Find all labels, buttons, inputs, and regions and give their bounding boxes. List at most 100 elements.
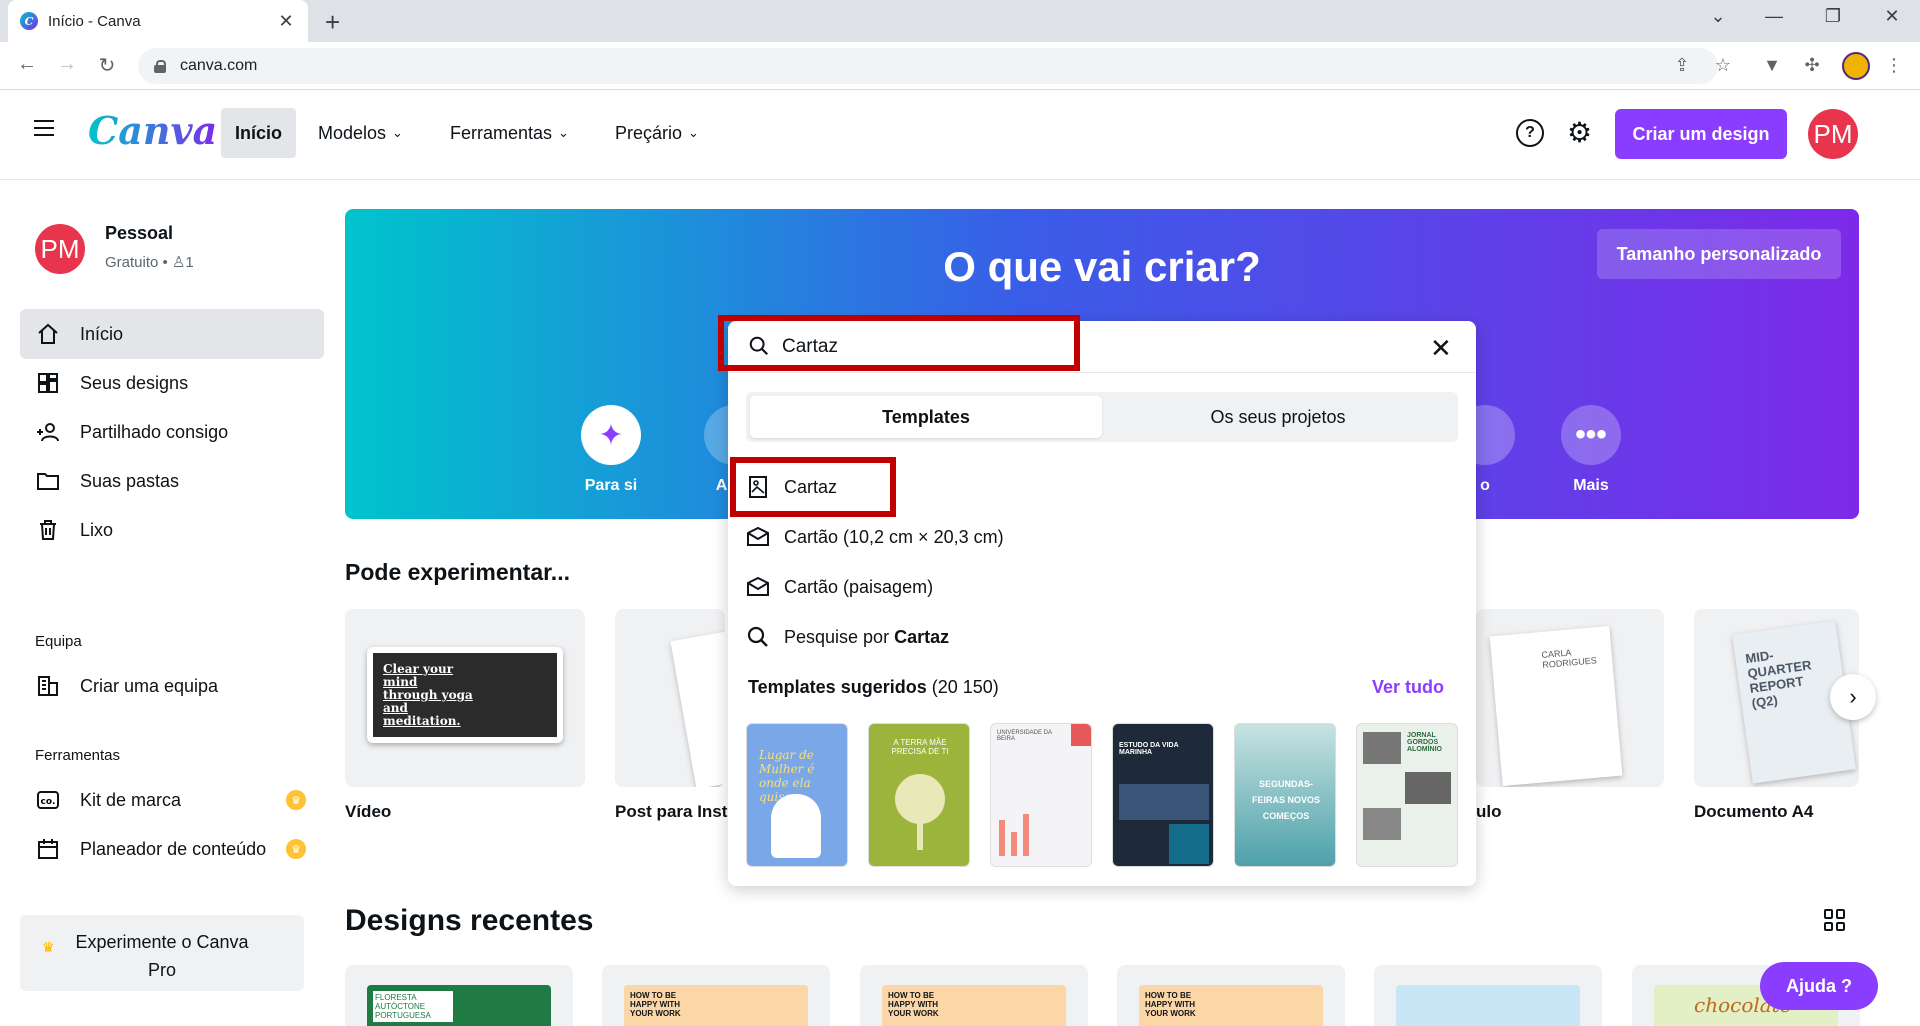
close-icon[interactable]: ✕ xyxy=(1430,333,1452,364)
sidebar-item-label: Suas pastas xyxy=(80,470,180,491)
see-all-link[interactable]: Ver tudo xyxy=(1372,677,1444,698)
carousel-next-button[interactable]: › xyxy=(1830,674,1876,720)
browser-tabbar: C Início - Canva ✕ + ⌄ — ❐ ✕ xyxy=(0,0,1920,42)
back-icon[interactable]: ← xyxy=(14,53,40,76)
custom-size-button[interactable]: Tamanho personalizado xyxy=(1597,229,1841,279)
user-avatar[interactable]: PM xyxy=(1808,109,1858,159)
recent-card-text: HOW TO BE HAPPY WITH YOUR WORK xyxy=(1145,991,1196,1018)
help-button[interactable]: Ajuda ? xyxy=(1760,962,1878,1010)
try-card-resume[interactable]: CARLA RODRIGUES xyxy=(1476,609,1664,787)
browser-tab[interactable]: C Início - Canva ✕ xyxy=(8,0,308,42)
template-thumbnail[interactable]: SEGUNDAS-FEIRAS NOVOS COMEÇOS xyxy=(1234,723,1336,867)
suggestion-card-size[interactable]: Cartão (10,2 cm × 20,3 cm) xyxy=(746,517,1446,557)
share-icon[interactable]: ⇪ xyxy=(1670,55,1694,76)
recent-design-card[interactable]: HOW TO BE HAPPY WITH YOUR WORK xyxy=(1117,965,1345,1026)
search-for-prefix: Pesquise por xyxy=(784,626,890,647)
resume-thumb-text: CARLA RODRIGUES xyxy=(1541,647,1598,671)
template-thumbnail[interactable]: ESTUDO DA VIDA MARINHA xyxy=(1112,723,1214,867)
template-text: ESTUDO DA VIDA MARINHA xyxy=(1119,742,1179,756)
menu-icon[interactable] xyxy=(34,120,54,138)
try-card-video[interactable]: Clear your mind through yoga and meditat… xyxy=(345,609,585,787)
url-text: canva.com xyxy=(180,57,258,74)
minimize-icon[interactable]: — xyxy=(1754,6,1794,27)
sidebar-item-brand-kit[interactable]: co. Kit de marca ♛ xyxy=(20,775,324,825)
nav-pricing-label: Preçário xyxy=(615,122,683,143)
extensions-puzzle-icon[interactable]: ✣ xyxy=(1800,55,1824,76)
suggested-templates-heading: Templates sugeridos (20 150) xyxy=(748,677,999,698)
grid-view-icon[interactable] xyxy=(1824,909,1846,931)
template-thumbnail[interactable]: Lugar de Mulher é onde ela quiser xyxy=(746,723,848,867)
chevron-down-icon: ⌄ xyxy=(392,125,403,140)
gear-icon[interactable]: ⚙ xyxy=(1567,116,1592,149)
chrome-menu-icon[interactable]: ⋮ xyxy=(1882,55,1906,76)
users-icon xyxy=(37,423,59,442)
tab-your-projects[interactable]: Os seus projetos xyxy=(1102,396,1454,438)
try-pro-button[interactable]: ♛ Experimente o Canva Pro xyxy=(20,915,304,991)
url-field[interactable]: canva.com xyxy=(138,48,1718,84)
recent-design-card[interactable]: HOW TO BE HAPPY WITH YOUR WORK xyxy=(860,965,1088,1026)
resume-thumbnail: CARLA RODRIGUES xyxy=(1489,626,1623,786)
nav-pricing[interactable]: Preçário ⌄ xyxy=(601,108,713,158)
sidebar-item-label: Lixo xyxy=(80,519,114,540)
template-thumbnail[interactable]: UNIVERSIDADE DA BEIRA xyxy=(990,723,1092,867)
close-tab-icon[interactable]: ✕ xyxy=(276,11,296,32)
help-question-icon[interactable]: ? xyxy=(1516,119,1544,147)
category-more[interactable]: ••• Mais xyxy=(1541,405,1641,495)
tab-templates[interactable]: Templates xyxy=(750,396,1102,438)
sidebar-item-create-team[interactable]: Criar uma equipa xyxy=(20,661,324,711)
template-thumbnail[interactable]: JORNAL GORDOS ALOMÍNIO xyxy=(1356,723,1458,867)
try-pro-label: Experimente o Canva Pro xyxy=(75,932,249,980)
highlight-search-box xyxy=(718,315,1080,371)
search-icon xyxy=(747,626,768,647)
extension-filter-icon[interactable]: ▼ xyxy=(1760,55,1784,76)
crown-icon: ♛ xyxy=(42,939,55,955)
sidebar-item-trash[interactable]: Lixo xyxy=(20,505,324,555)
sparkle-icon: ✦ xyxy=(581,405,641,465)
bookmark-star-icon[interactable]: ☆ xyxy=(1711,55,1735,76)
account-avatar[interactable]: PM xyxy=(35,224,85,274)
sidebar-item-folders[interactable]: Suas pastas xyxy=(20,456,324,506)
nav-templates[interactable]: Modelos ⌄ xyxy=(304,108,417,158)
folder-icon xyxy=(37,473,59,490)
video-thumbnail: Clear your mind through yoga and meditat… xyxy=(367,647,563,743)
try-card-instagram[interactable] xyxy=(615,609,725,787)
account-name[interactable]: Pessoal xyxy=(105,223,173,244)
video-thumb-text: Clear your mind through yoga and meditat… xyxy=(383,662,473,728)
sidebar-item-shared[interactable]: Partilhado consigo xyxy=(20,407,324,457)
create-design-button[interactable]: Criar um design xyxy=(1615,109,1787,159)
sidebar-item-label: Kit de marca xyxy=(80,789,182,810)
template-text: JORNAL GORDOS ALOMÍNIO xyxy=(1407,732,1442,753)
sidebar-item-label: Partilhado consigo xyxy=(80,421,229,442)
nav-tools[interactable]: Ferramentas ⌄ xyxy=(436,108,583,158)
pro-crown-icon: ♛ xyxy=(286,790,306,810)
sidebar-item-designs[interactable]: Seus designs xyxy=(20,358,324,408)
window-close-icon[interactable]: ✕ xyxy=(1872,6,1912,27)
forward-icon[interactable]: → xyxy=(54,53,80,76)
suggestion-card-landscape[interactable]: Cartão (paisagem) xyxy=(746,567,1446,607)
nav-home[interactable]: Início xyxy=(221,108,297,158)
category-label: o xyxy=(1480,477,1490,494)
profile-avatar-icon[interactable] xyxy=(1842,52,1870,80)
template-text: A TERRA MÃE PRECISA DE TI xyxy=(891,738,949,756)
recent-card-text: HOW TO BE HAPPY WITH YOUR WORK xyxy=(888,991,939,1018)
suggestion-label: Cartão (paisagem) xyxy=(784,576,934,597)
recent-card-text: HOW TO BE HAPPY WITH YOUR WORK xyxy=(630,991,681,1018)
try-section-title: Pode experimentar... xyxy=(345,559,570,585)
sidebar-item-home[interactable]: Início xyxy=(20,309,324,359)
recent-design-card[interactable] xyxy=(1374,965,1602,1026)
brand-kit-icon: co. xyxy=(37,791,59,809)
new-tab-button[interactable]: + xyxy=(325,7,340,38)
restore-icon[interactable]: ❐ xyxy=(1813,6,1853,27)
category-for-you[interactable]: ✦ Para si xyxy=(561,405,661,495)
canva-logo[interactable]: Canva xyxy=(88,108,217,153)
more-icon: ••• xyxy=(1561,405,1621,465)
reload-icon[interactable]: ↻ xyxy=(94,53,120,78)
recent-design-card[interactable]: FLORESTA AUTÓCTONE PORTUGUESA xyxy=(345,965,573,1026)
template-thumbnail[interactable]: A TERRA MÃE PRECISA DE TI xyxy=(868,723,970,867)
trash-icon xyxy=(40,520,56,540)
recent-design-card[interactable]: HOW TO BE HAPPY WITH YOUR WORK xyxy=(602,965,830,1026)
suggestion-search-for[interactable]: Pesquise por Cartaz xyxy=(746,617,1446,657)
tab-search-icon[interactable]: ⌄ xyxy=(1698,6,1738,27)
sidebar-item-content-planner[interactable]: Planeador de conteúdo ♛ xyxy=(20,824,324,874)
home-icon xyxy=(38,323,58,344)
